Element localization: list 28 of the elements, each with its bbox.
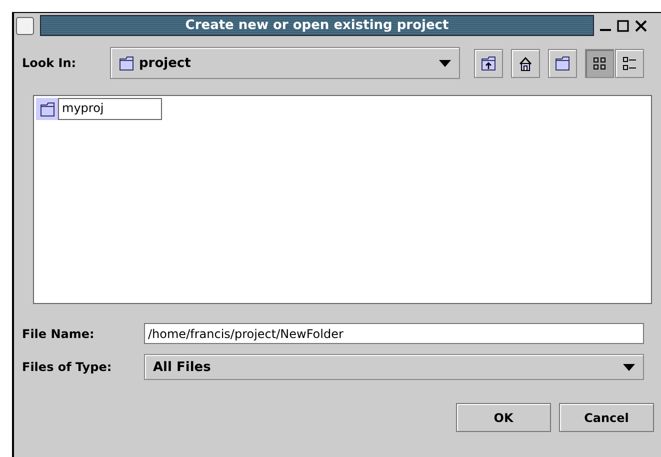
file-list[interactable]: myproj	[33, 95, 652, 304]
folder-up-icon	[481, 56, 496, 70]
file-name-field[interactable]: /home/francis/project/NewFolder	[144, 323, 644, 344]
window-title: Create new or open existing project	[40, 15, 594, 36]
folder-icon	[119, 56, 134, 70]
dropdown-caret-icon	[439, 60, 451, 66]
look-in-label: Look In:	[22, 56, 78, 70]
details-view-button[interactable]	[615, 48, 644, 78]
folder-icon	[555, 56, 570, 70]
maximize-icon	[617, 20, 629, 32]
file-type-label: Files of Type:	[22, 360, 113, 374]
ok-button[interactable]: OK	[456, 403, 551, 432]
window-menu-icon	[16, 16, 34, 34]
file-name-label: File Name:	[22, 326, 96, 340]
look-in-dropdown[interactable]: project	[110, 47, 460, 79]
close-icon	[635, 20, 647, 32]
folder-button[interactable]	[548, 48, 577, 78]
file-name[interactable]: myproj	[58, 98, 162, 120]
list-view-button[interactable]	[585, 48, 614, 78]
minimize-icon	[600, 28, 611, 30]
folder-up-button[interactable]	[474, 48, 503, 78]
home-button[interactable]	[511, 48, 540, 78]
cancel-button[interactable]: Cancel	[559, 403, 654, 432]
home-icon	[518, 56, 533, 70]
list-view-icon	[592, 56, 607, 70]
file-type-dropdown[interactable]: All Files	[144, 354, 644, 380]
details-view-icon	[622, 56, 637, 70]
dropdown-caret-icon	[623, 364, 635, 370]
